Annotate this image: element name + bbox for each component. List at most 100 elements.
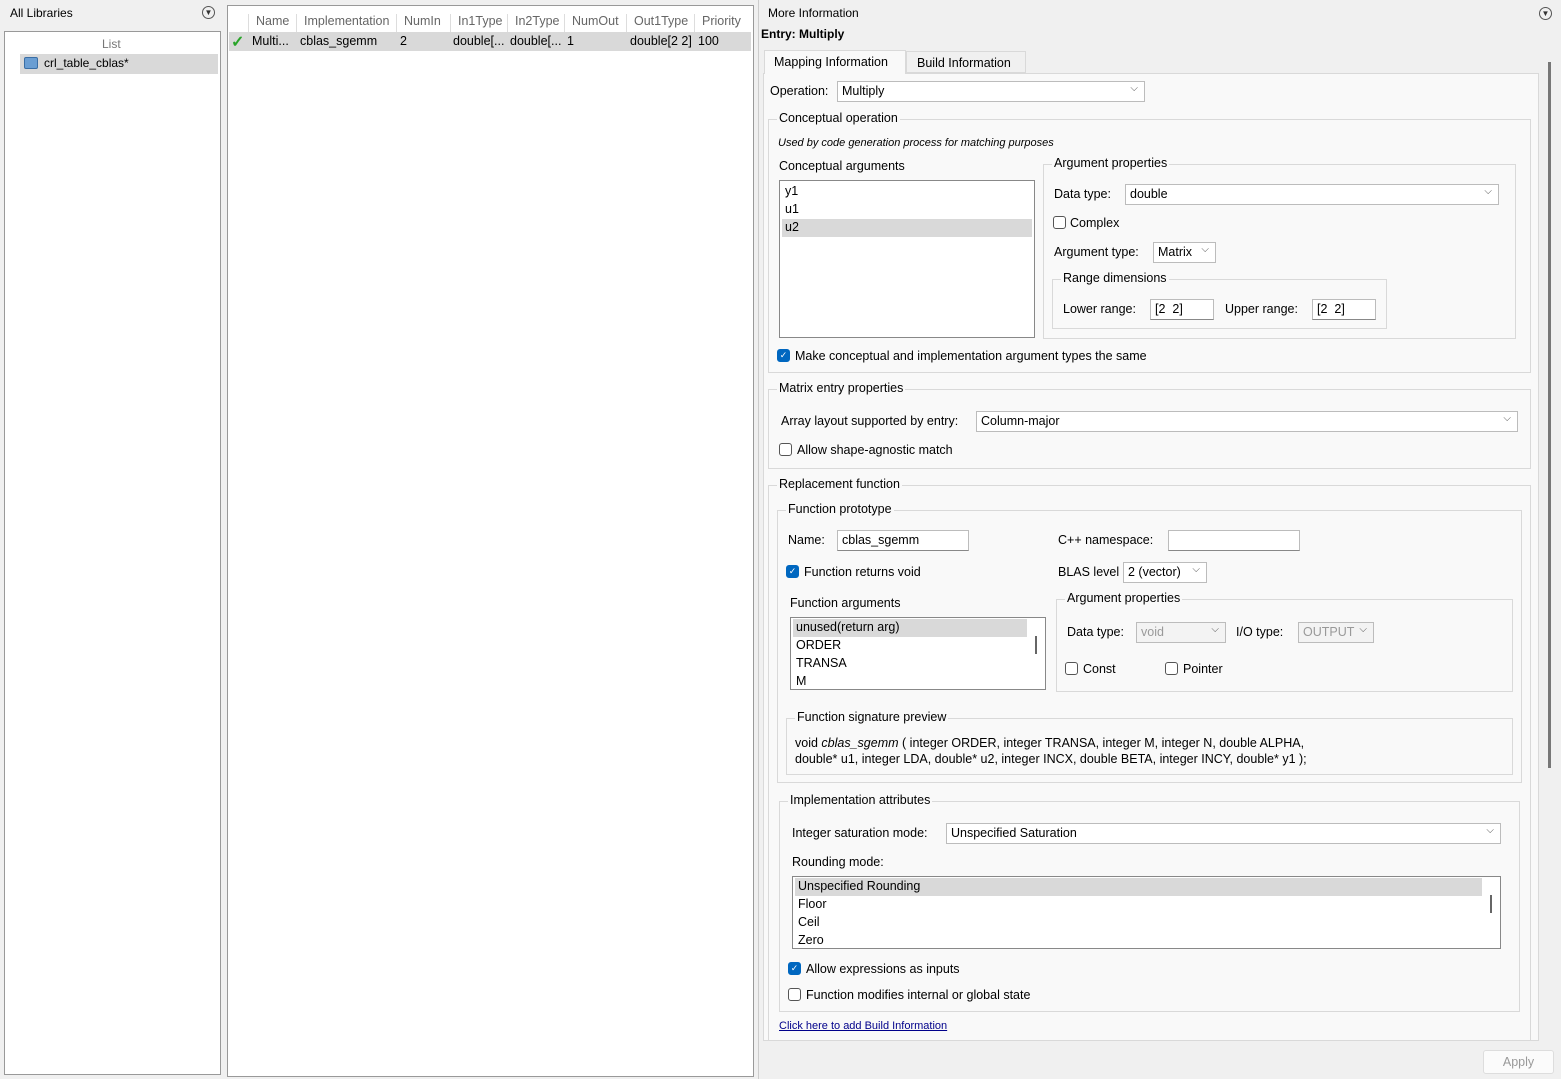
data-type-value: double bbox=[1130, 187, 1168, 201]
function-arg-properties-group: Argument properties bbox=[1056, 591, 1513, 692]
group-title: Argument properties bbox=[1052, 156, 1170, 170]
collapse-icon[interactable]: ▼ bbox=[202, 6, 215, 19]
complex-checkbox[interactable] bbox=[1053, 216, 1066, 229]
data-type-dropdown[interactable]: double ⌵ bbox=[1125, 184, 1499, 205]
argument-type-label: Argument type: bbox=[1054, 245, 1139, 259]
apply-label: Apply bbox=[1502, 1055, 1535, 1069]
array-layout-value: Column-major bbox=[981, 414, 1060, 428]
chevron-down-icon: ⌵ bbox=[1201, 244, 1209, 255]
argument-type-value: Matrix bbox=[1158, 245, 1193, 259]
function-args-list[interactable]: unused(return arg) ORDER TRANSA M bbox=[790, 617, 1046, 690]
sig-args: ( integer ORDER, integer TRANSA, integer… bbox=[902, 736, 1305, 750]
library-label: crl_table_cblas* bbox=[44, 56, 129, 70]
list-header: List bbox=[102, 37, 121, 51]
chevron-down-icon: ⌵ bbox=[1359, 624, 1367, 635]
returns-void-label: Function returns void bbox=[804, 565, 921, 579]
group-title: Implementation attributes bbox=[788, 793, 933, 807]
cell-priority: 100 bbox=[698, 34, 719, 48]
chevron-down-icon: ⌵ bbox=[1192, 564, 1200, 575]
library-item[interactable]: crl_table_cblas* bbox=[20, 54, 218, 74]
scrollbar[interactable] bbox=[1490, 895, 1492, 913]
allow-expressions-checkbox[interactable]: ✓ bbox=[788, 962, 801, 975]
operation-value: Multiply bbox=[842, 84, 885, 98]
list-item[interactable]: u1 bbox=[782, 201, 1032, 219]
lower-range-label: Lower range: bbox=[1063, 302, 1136, 316]
const-label: Const bbox=[1083, 662, 1116, 676]
list-item[interactable]: ORDER bbox=[793, 637, 1043, 655]
entries-table: Name Implementation NumIn In1Type In2Typ… bbox=[227, 5, 754, 1077]
apply-button[interactable]: Apply bbox=[1483, 1050, 1554, 1074]
blas-level-value: 2 (vector) bbox=[1128, 565, 1181, 579]
rounding-label: Rounding mode: bbox=[792, 855, 884, 869]
group-title: Function signature preview bbox=[795, 710, 949, 724]
saturation-label: Integer saturation mode: bbox=[792, 826, 928, 840]
list-item[interactable]: y1 bbox=[782, 183, 1032, 201]
lower-range-input[interactable]: [2 2] bbox=[1150, 299, 1214, 320]
sig-return: void bbox=[795, 736, 818, 750]
group-title: Replacement function bbox=[777, 477, 902, 491]
modifies-state-label: Function modifies internal or global sta… bbox=[806, 988, 1031, 1002]
operation-dropdown[interactable]: Multiply ⌵ bbox=[837, 81, 1145, 102]
scrollbar[interactable] bbox=[1035, 636, 1037, 654]
conceptual-args-list[interactable]: y1 u1 u2 bbox=[779, 180, 1035, 338]
operation-label: Operation: bbox=[770, 84, 829, 98]
const-checkbox[interactable] bbox=[1065, 662, 1078, 675]
group-title: Range dimensions bbox=[1061, 271, 1169, 285]
shape-agnostic-checkbox[interactable] bbox=[779, 443, 792, 456]
chevron-down-icon: ⌵ bbox=[1503, 413, 1511, 424]
tab-mapping-information[interactable]: Mapping Information bbox=[764, 50, 906, 74]
pointer-label: Pointer bbox=[1183, 662, 1223, 676]
blas-level-dropdown[interactable]: 2 (vector) ⌵ bbox=[1123, 562, 1207, 583]
valid-check-icon: ✓ bbox=[231, 34, 245, 51]
group-title: Matrix entry properties bbox=[777, 381, 906, 395]
signature-line-1: void cblas_sgemm ( integer ORDER, intege… bbox=[795, 736, 1304, 750]
pointer-checkbox[interactable] bbox=[1165, 662, 1178, 675]
list-item[interactable]: Zero bbox=[795, 932, 1498, 948]
list-item[interactable]: u2 bbox=[782, 219, 1032, 237]
list-item[interactable]: unused(return arg) bbox=[793, 619, 1027, 637]
same-types-label: Make conceptual and implementation argum… bbox=[795, 349, 1147, 363]
function-name-input[interactable]: cblas_sgemm bbox=[837, 530, 969, 551]
tab-build-information[interactable]: Build Information bbox=[906, 51, 1026, 73]
io-type-dropdown[interactable]: OUTPUT ⌵ bbox=[1298, 622, 1374, 643]
libraries-title: All Libraries bbox=[10, 6, 73, 20]
group-title: Argument properties bbox=[1065, 591, 1183, 605]
sig-name: cblas_sgemm bbox=[821, 736, 899, 750]
tab-label: Build Information bbox=[917, 56, 1011, 70]
list-item[interactable]: M bbox=[793, 673, 1043, 689]
scrollbar[interactable] bbox=[1548, 62, 1551, 768]
name-label: Name: bbox=[788, 533, 825, 547]
io-type-label: I/O type: bbox=[1236, 625, 1284, 639]
collapse-icon[interactable]: ▼ bbox=[1539, 7, 1552, 20]
entry-title: Entry: Multiply bbox=[761, 27, 845, 41]
list-item[interactable]: Unspecified Rounding bbox=[795, 878, 1482, 896]
rounding-list[interactable]: Unspecified Rounding Floor Ceil Zero bbox=[792, 876, 1501, 949]
namespace-input[interactable] bbox=[1168, 530, 1300, 551]
cell-in1type: double[... bbox=[453, 34, 505, 48]
signature-line-2: double* u1, integer LDA, double* u2, int… bbox=[795, 752, 1307, 766]
cell-implementation: cblas_sgemm bbox=[300, 34, 378, 48]
cell-name: Multi... bbox=[252, 34, 289, 48]
upper-range-label: Upper range: bbox=[1225, 302, 1298, 316]
group-title: Function prototype bbox=[786, 502, 894, 516]
conceptual-args-label: Conceptual arguments bbox=[779, 159, 905, 173]
list-item[interactable]: Ceil bbox=[795, 914, 1498, 932]
array-layout-dropdown[interactable]: Column-major ⌵ bbox=[976, 411, 1518, 432]
modifies-state-checkbox[interactable] bbox=[788, 988, 801, 1001]
same-types-checkbox[interactable]: ✓ bbox=[777, 349, 790, 362]
add-build-info-link[interactable]: Click here to add Build Information bbox=[779, 1020, 947, 1032]
list-item[interactable]: Floor bbox=[795, 896, 1498, 914]
cell-in2type: double[... bbox=[510, 34, 562, 48]
argument-type-dropdown[interactable]: Matrix ⌵ bbox=[1153, 242, 1216, 263]
cell-numout: 1 bbox=[567, 34, 574, 48]
group-title: Conceptual operation bbox=[777, 111, 900, 125]
function-data-type-dropdown[interactable]: void ⌵ bbox=[1136, 622, 1226, 643]
function-args-label: Function arguments bbox=[790, 596, 901, 610]
list-item[interactable]: TRANSA bbox=[793, 655, 1043, 673]
cell-numin: 2 bbox=[400, 34, 407, 48]
returns-void-checkbox[interactable]: ✓ bbox=[786, 565, 799, 578]
saturation-dropdown[interactable]: Unspecified Saturation ⌵ bbox=[946, 823, 1501, 844]
data-type-label: Data type: bbox=[1067, 625, 1124, 639]
namespace-label: C++ namespace: bbox=[1058, 533, 1154, 547]
upper-range-input[interactable]: [2 2] bbox=[1312, 299, 1376, 320]
